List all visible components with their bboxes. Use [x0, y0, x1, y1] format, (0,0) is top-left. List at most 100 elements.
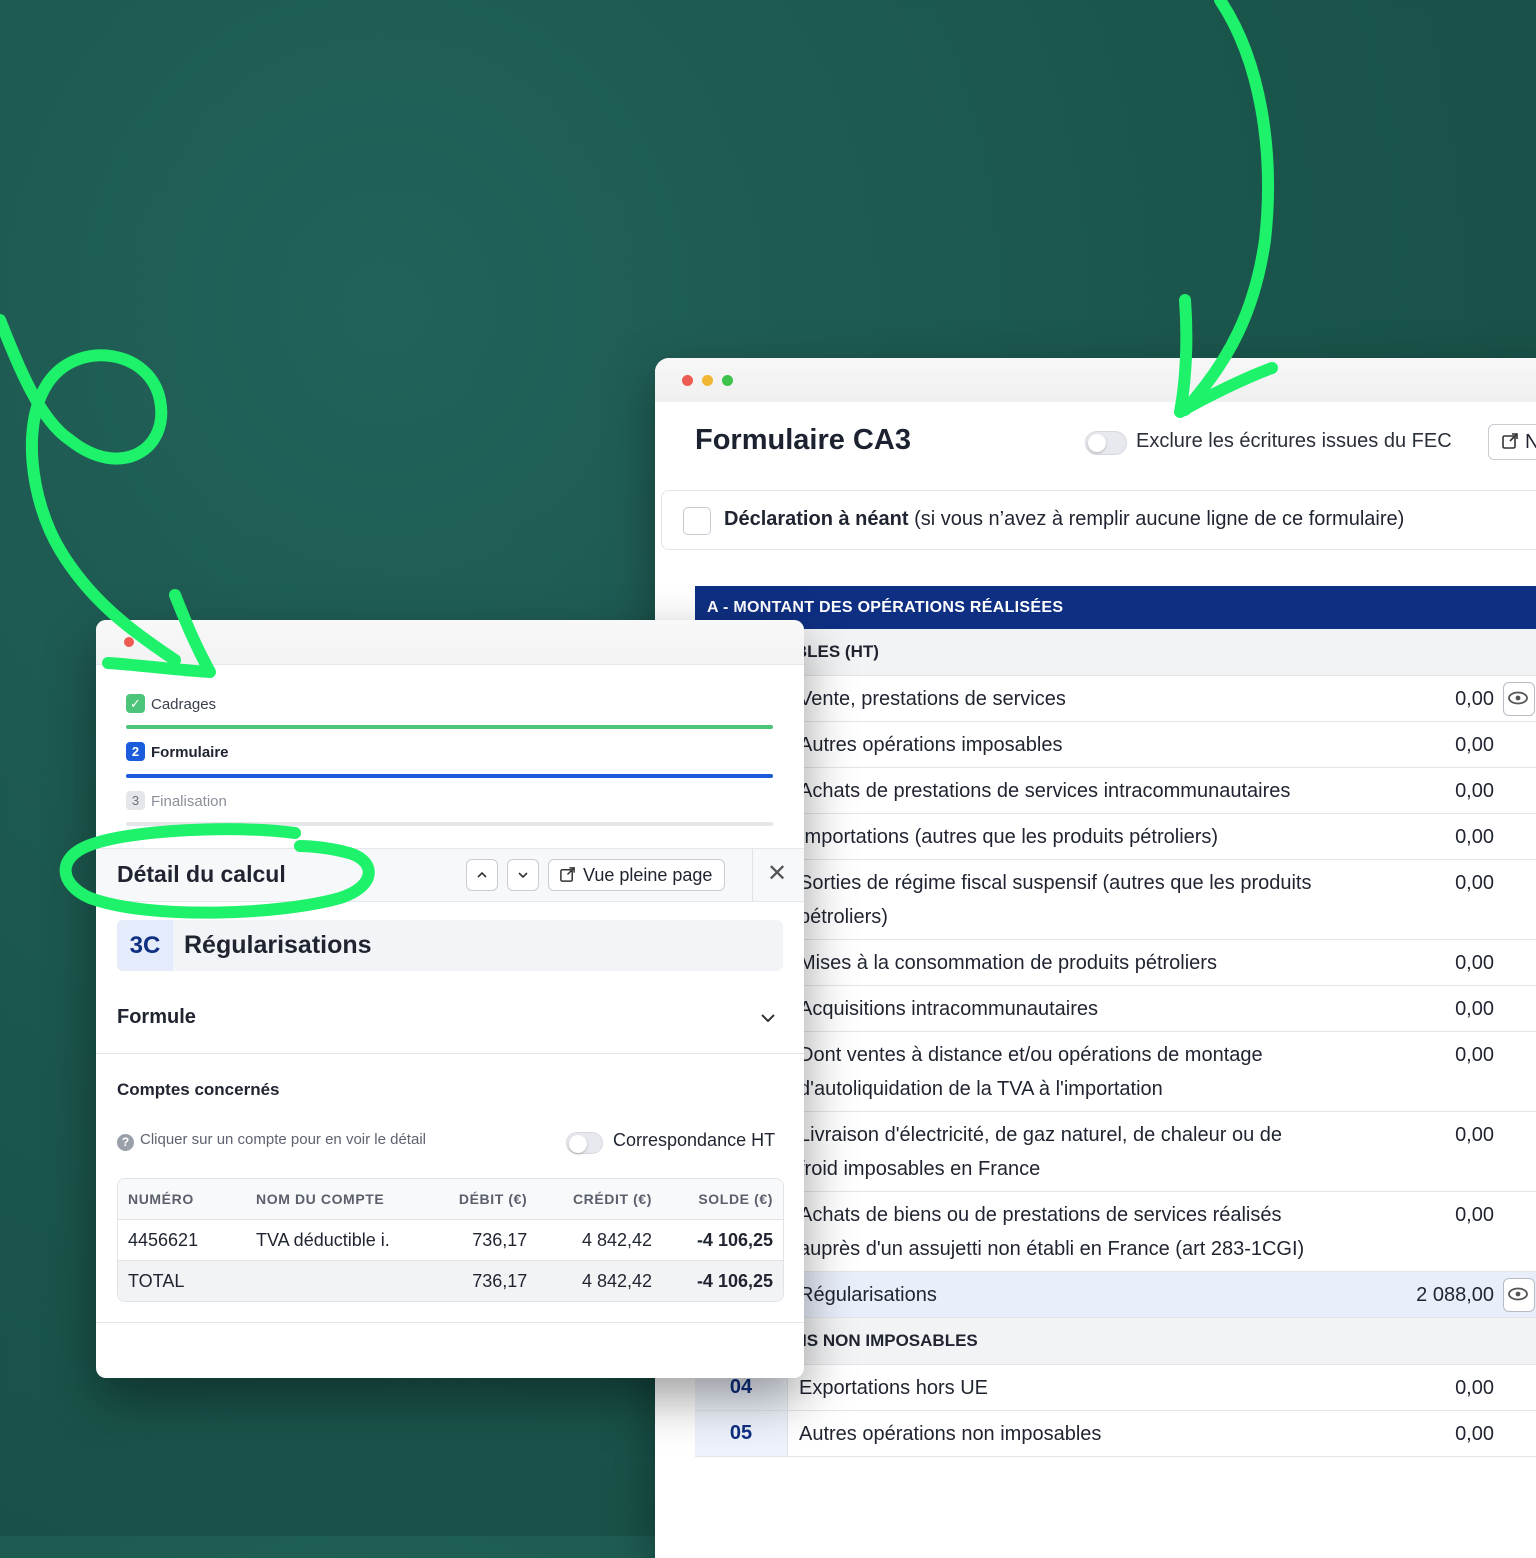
- row-label: Acquisitions intracommunautaires: [799, 998, 1099, 1020]
- table-row[interactable]: 4456621 TVA déductible i. 736,17 4 842,4…: [118, 1219, 783, 1261]
- account-solde: -4 106,25: [662, 1219, 783, 1261]
- step-cadrages[interactable]: ✓ Cadrages: [126, 693, 216, 717]
- table-row[interactable]: Régularisations 2 088,00: [695, 1272, 1536, 1318]
- help-icon: ?: [117, 1134, 134, 1151]
- table-row[interactable]: Achats de prestations de services intrac…: [695, 768, 1536, 814]
- row-value: 0,00: [1455, 780, 1494, 802]
- imposables-rows: Vente, prestations de services 0,00 Autres…: [695, 676, 1536, 1318]
- next-button[interactable]: [507, 859, 539, 891]
- eye-icon-button[interactable]: [1503, 1278, 1535, 1312]
- non-imposables-rows: 04 Exportations hors UE 0,00 05 Autres opéra…: [695, 1365, 1536, 1457]
- table-row[interactable]: Acquisitions intracommunautaires 0,00: [695, 986, 1536, 1032]
- chevron-down-icon: [518, 872, 528, 879]
- section-a-table: A - MONTANT DES OPÉRATIONS RÉALISÉES IS …: [695, 586, 1536, 1457]
- declaration-neant-rest: (si vous n’avez à remplir aucune ligne d…: [908, 508, 1405, 530]
- eye-icon: [1508, 1287, 1528, 1301]
- table-row[interactable]: Vente, prestations de services 0,00: [695, 676, 1536, 722]
- previous-button[interactable]: [466, 859, 498, 891]
- step-cadrages-bar: [126, 725, 773, 729]
- close-icon[interactable]: ✕: [767, 860, 787, 888]
- declaration-neant-label: Déclaration à néant (si vous n’avez à re…: [724, 508, 1404, 531]
- row-label: Exportations hors UE: [799, 1377, 988, 1399]
- row-label: Achats de biens ou de prestations de ser…: [799, 1204, 1305, 1260]
- row-value: 0,00: [1455, 998, 1494, 1020]
- formule-label[interactable]: Formule: [117, 1006, 196, 1029]
- col-debit: DÉBIT (€): [426, 1179, 538, 1220]
- step-formulaire[interactable]: 2 Formulaire: [126, 741, 229, 765]
- external-link-icon: [1502, 433, 1518, 449]
- step-cadrages-label: Cadrages: [151, 696, 217, 713]
- eye-icon-button[interactable]: [1503, 682, 1535, 716]
- detail-title: Détail du calcul: [117, 861, 286, 887]
- detail-header: Détail du calcul Vue pleine page ✕: [96, 848, 804, 902]
- notice-button[interactable]: Notic: [1488, 424, 1536, 460]
- table-row[interactable]: Importations (autres que les produits pé…: [695, 814, 1536, 860]
- minimize-window-dot[interactable]: [702, 375, 713, 386]
- step-formulaire-label: Formulaire: [151, 744, 229, 761]
- row-label: Mises à la consommation de produits pétr…: [799, 952, 1217, 974]
- row-value: 0,00: [1455, 872, 1494, 894]
- chevron-up-icon: [477, 871, 487, 878]
- hint-text: ? Cliquer sur un compte pour en voir le d…: [117, 1131, 426, 1151]
- full-page-button[interactable]: Vue pleine page: [548, 859, 726, 891]
- account-name: TVA déductible i.: [246, 1219, 426, 1261]
- imposables-header: IS IMPOSABLES (HT): [695, 629, 1536, 676]
- total-row: TOTAL 736,17 4 842,42 -4 106,25: [118, 1260, 783, 1301]
- detail-panel: ✓ Cadrages 2 Formulaire 3 Finalisation Déta…: [96, 620, 804, 1378]
- row-label: Autres opérations imposables: [799, 734, 1063, 756]
- row-value: 0,00: [1455, 1124, 1494, 1146]
- exclude-fec-toggle[interactable]: [1085, 431, 1127, 455]
- row-label: Vente, prestations de services: [799, 688, 1066, 710]
- table-header-row: NUMÉRO NOM DU COMPTE DÉBIT (€) CRÉDIT (€…: [118, 1179, 783, 1220]
- declaration-neant-bold: Déclaration à néant: [724, 508, 909, 530]
- eye-icon: [1508, 691, 1528, 705]
- row-value: 0,00: [1455, 826, 1494, 848]
- row-label: Régularisations: [799, 1284, 937, 1306]
- divider: [96, 1053, 804, 1054]
- row-value: 2 088,00: [1416, 1284, 1494, 1306]
- close-panel-dot[interactable]: [124, 637, 134, 647]
- total-debit: 736,17: [426, 1260, 538, 1301]
- maximize-window-dot[interactable]: [722, 375, 733, 386]
- close-window-dot[interactable]: [682, 375, 693, 386]
- table-row[interactable]: Autres opérations imposables 0,00: [695, 722, 1536, 768]
- step-finalisation[interactable]: 3 Finalisation: [126, 790, 227, 814]
- comptes-title: Comptes concernés: [117, 1080, 280, 1099]
- external-link-icon: [560, 867, 575, 882]
- table-row[interactable]: Sorties de régime fiscal suspensif (autr…: [695, 860, 1536, 940]
- step-finalisation-label: Finalisation: [151, 793, 227, 810]
- table-row[interactable]: 05 Autres opérations non imposables 0,00: [695, 1411, 1536, 1457]
- col-solde: SOLDE (€): [662, 1179, 783, 1220]
- section-a-header: A - MONTANT DES OPÉRATIONS RÉALISÉES: [695, 586, 1536, 629]
- table-row[interactable]: Livraison d'électricité, de gaz naturel,…: [695, 1112, 1536, 1192]
- curved-arrow-annotation: [1179, 0, 1274, 416]
- table-row[interactable]: Mises à la consommation de produits pétr…: [695, 940, 1536, 986]
- declaration-neant-checkbox[interactable]: [683, 507, 711, 535]
- row-value: 0,00: [1455, 1423, 1494, 1445]
- account-credit: 4 842,42: [537, 1219, 663, 1261]
- declaration-neant-bar: Déclaration à néant (si vous n’avez à re…: [661, 490, 1536, 550]
- correspondance-ht-toggle[interactable]: [566, 1132, 603, 1154]
- accounts-table: NUMÉRO NOM DU COMPTE DÉBIT (€) CRÉDIT (€…: [117, 1178, 784, 1302]
- header-divider: [752, 849, 753, 901]
- full-page-button-label: Vue pleine page: [583, 865, 713, 885]
- chevron-down-icon[interactable]: [758, 1008, 778, 1028]
- check-icon: ✓: [126, 694, 145, 713]
- table-row[interactable]: Achats de biens ou de prestations de ser…: [695, 1192, 1536, 1272]
- col-nom-compte: NOM DU COMPTE: [246, 1179, 426, 1220]
- hint-label: Cliquer sur un compte pour en voir le dé…: [140, 1131, 426, 1148]
- step-finalisation-bar: [126, 822, 773, 826]
- total-label: TOTAL: [118, 1260, 246, 1301]
- row-value: 0,00: [1455, 734, 1494, 756]
- row-label: Livraison d'électricité, de gaz naturel,…: [799, 1124, 1282, 1180]
- col-numero: NUMÉRO: [118, 1179, 246, 1220]
- detail-panel-titlebar: [96, 620, 804, 665]
- row-value: 0,00: [1455, 688, 1494, 710]
- row-value: 0,00: [1455, 1377, 1494, 1399]
- row-value: 0,00: [1455, 1044, 1494, 1066]
- table-row[interactable]: Dont ventes à distance et/ou opérations …: [695, 1032, 1536, 1112]
- table-row[interactable]: 04 Exportations hors UE 0,00: [695, 1365, 1536, 1411]
- page-title: Formulaire CA3: [695, 424, 911, 456]
- loop-arrow-annotation: [0, 314, 181, 666]
- line-code: 3C: [117, 920, 173, 971]
